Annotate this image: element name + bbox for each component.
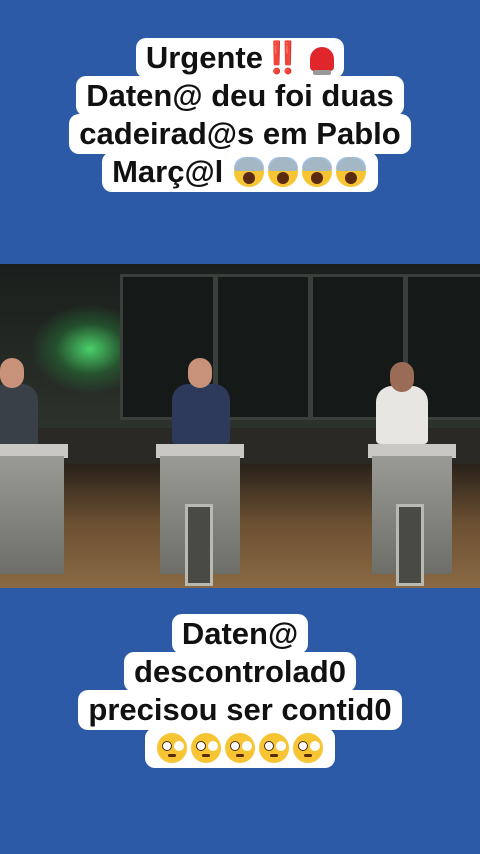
podium-slot xyxy=(185,504,213,586)
police-siren-icon xyxy=(310,47,335,75)
podium xyxy=(0,456,64,574)
bottom-caption: Daten@ descontrolad0 precisou ser contid… xyxy=(0,614,480,768)
debater-right xyxy=(376,386,428,444)
caption-text: Urgente xyxy=(145,40,263,75)
caption-line: descontrolad0 xyxy=(124,652,356,692)
podium-slot xyxy=(396,504,424,586)
debater-head xyxy=(0,358,24,388)
debater-center xyxy=(172,384,230,444)
caption-line: Urgente‼️ xyxy=(135,38,345,78)
flushed-face-icon xyxy=(191,733,221,763)
flushed-face-icon xyxy=(157,733,187,763)
caption-line: Daten@ deu foi duas xyxy=(76,76,404,116)
face-screaming-icon xyxy=(301,157,332,187)
flushed-face-icon xyxy=(293,733,323,763)
video-frame[interactable] xyxy=(0,264,480,588)
top-caption: Urgente‼️ Daten@ deu foi duas cadeirad@s… xyxy=(0,38,480,192)
debater-head xyxy=(390,362,414,392)
double-exclamation-icon: ‼️ xyxy=(262,40,302,75)
caption-line: cadeirad@s em Pablo xyxy=(69,114,411,154)
face-screaming-icon xyxy=(267,157,298,187)
face-screaming-icon xyxy=(335,157,366,187)
debater-head xyxy=(188,358,212,388)
flushed-face-icon xyxy=(225,733,255,763)
caption-line: Març@l xyxy=(102,152,378,192)
caption-text: Març@l xyxy=(112,154,224,189)
caption-line: Daten@ xyxy=(171,614,309,654)
flushed-face-icon xyxy=(259,733,289,763)
caption-line: precisou ser contid0 xyxy=(78,690,402,730)
face-screaming-icon xyxy=(233,157,264,187)
caption-line xyxy=(145,728,335,768)
